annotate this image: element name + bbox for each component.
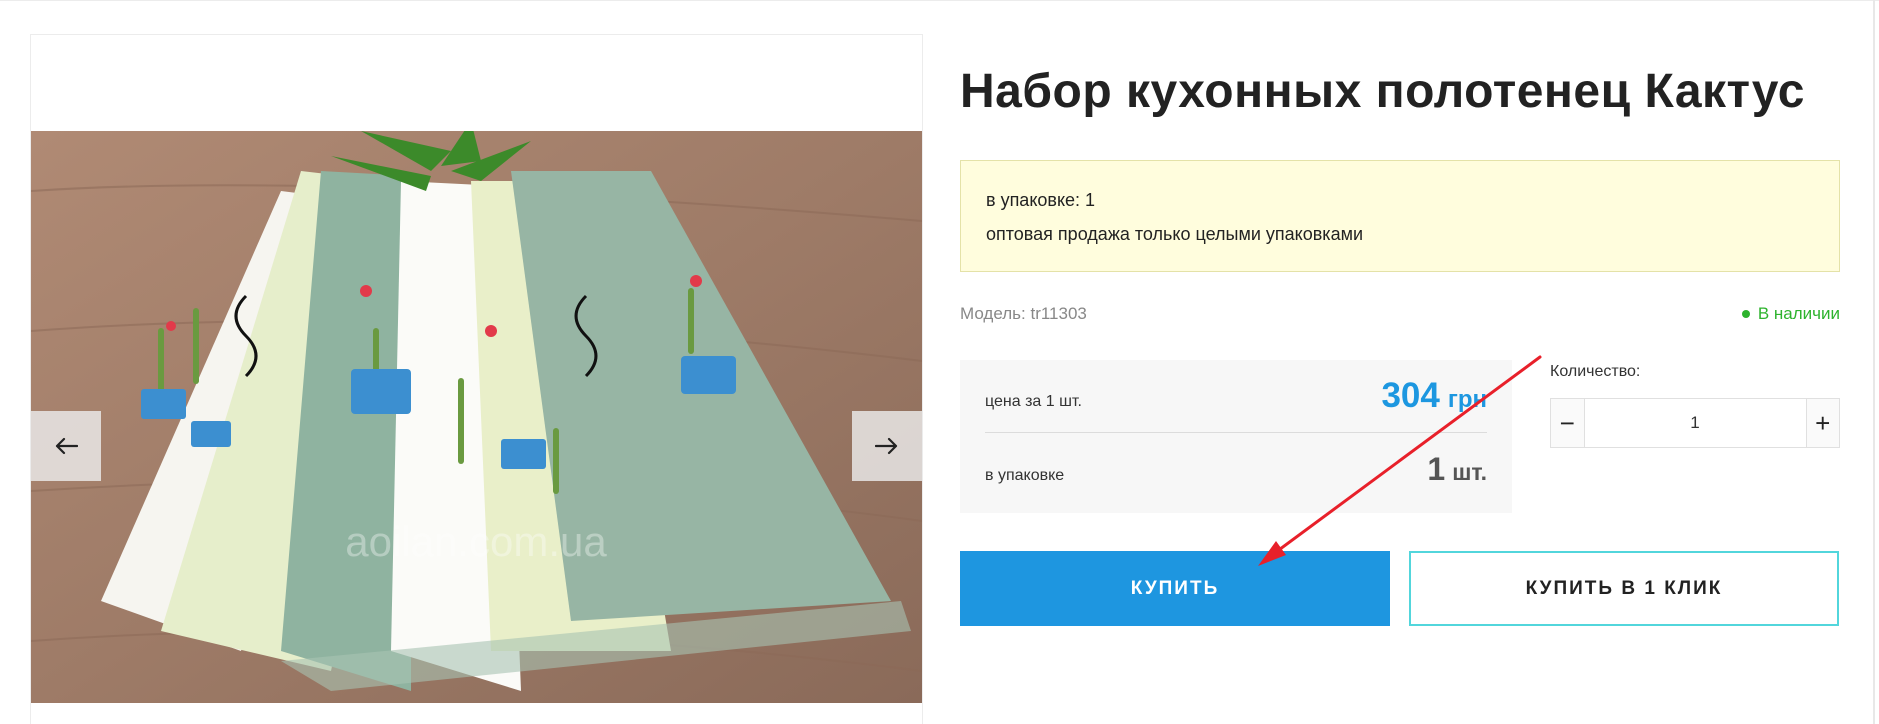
page-scroll-edge (1873, 0, 1875, 724)
product-photo[interactable]: aoilan.com.ua (31, 131, 922, 703)
pack-unit: шт. (1452, 459, 1487, 485)
pack-notice-line-1: в упаковке: 1 (986, 190, 1096, 210)
watermark-text: aoilan.com.ua (345, 518, 607, 565)
pack-notice: в упаковке: 1 оптовая продажа только цел… (960, 160, 1840, 272)
price-currency: грн (1447, 386, 1487, 413)
price-box: цена за 1 шт. 304 грн в упаковке 1 шт. (960, 360, 1512, 513)
stock-status: В наличии (1741, 304, 1840, 324)
arrow-right-icon (875, 437, 898, 455)
gallery-prev-button[interactable] (31, 411, 101, 481)
price-row-pack: в упаковке 1 шт. (985, 433, 1487, 506)
quantity-stepper: − + (1550, 398, 1840, 448)
gallery-next-button[interactable] (852, 411, 922, 481)
pack-value: 1 шт. (1427, 451, 1487, 488)
price-per-unit-label: цена за 1 шт. (985, 393, 1082, 410)
top-divider (0, 0, 1879, 1)
price-row-unit: цена за 1 шт. 304 грн (985, 360, 1487, 433)
stock-status-text: В наличии (1757, 304, 1840, 323)
arrow-left-icon (55, 437, 78, 455)
pack-count: 1 (1427, 451, 1446, 487)
pack-label: в упаковке (985, 466, 1065, 484)
buy-one-click-button[interactable]: КУПИТЬ В 1 КЛИК (1409, 551, 1839, 626)
quantity-decrease-button[interactable]: − (1551, 399, 1585, 447)
pack-notice-line-2: оптовая продажа только целыми упаковками (986, 224, 1364, 244)
quantity-label: Количество: (1550, 363, 1641, 380)
price-amount: 304 (1381, 376, 1440, 415)
quantity-input[interactable] (1584, 399, 1806, 447)
price-value: 304 грн (1381, 376, 1487, 416)
product-gallery: aoilan.com.ua (30, 34, 923, 724)
model-label: Модель: tr11303 (960, 304, 1087, 323)
buy-button[interactable]: КУПИТЬ (960, 551, 1390, 626)
stock-dot-icon (1741, 310, 1750, 318)
page-title: Набор кухонных полотенец Кактус (960, 65, 1805, 118)
quantity-increase-button[interactable]: + (1805, 399, 1839, 447)
